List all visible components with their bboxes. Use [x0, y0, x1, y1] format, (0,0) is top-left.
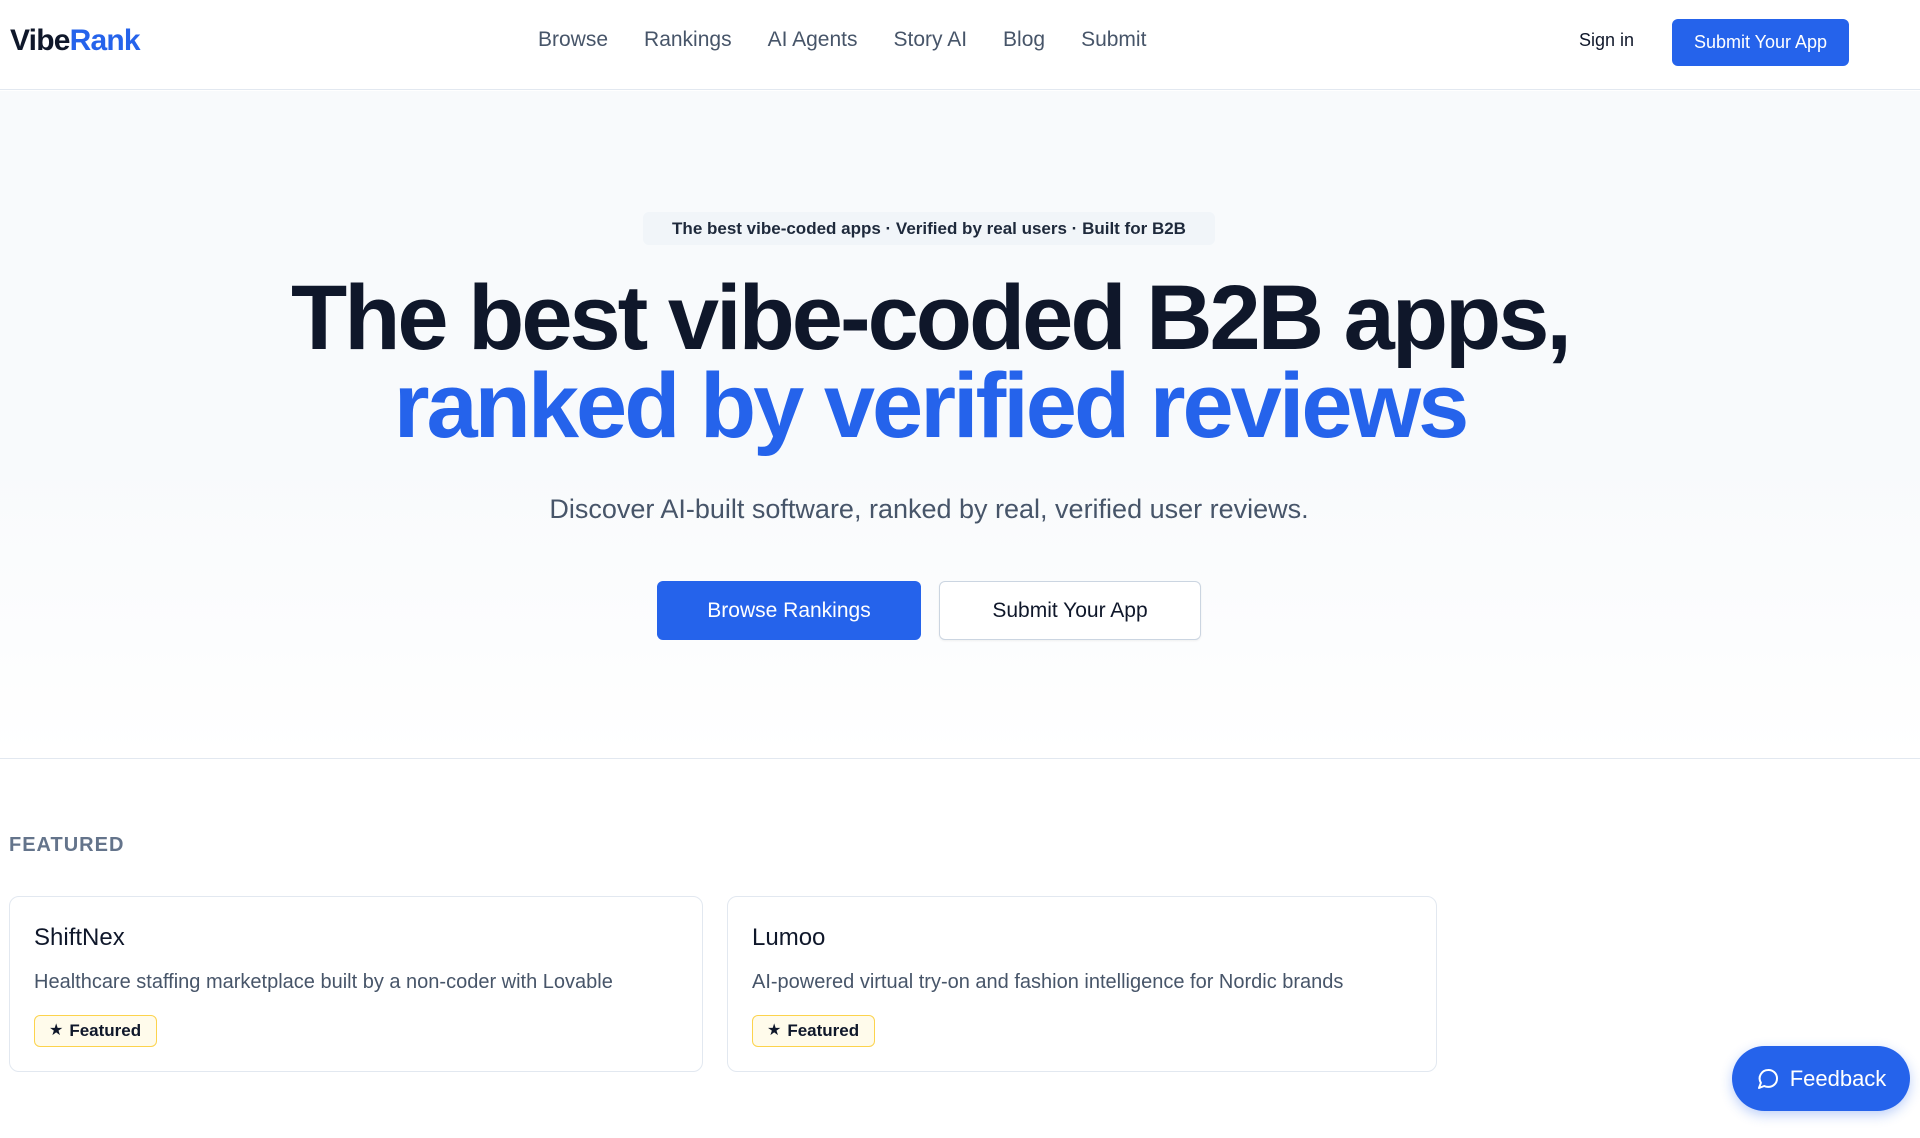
page: VibeRank Browse Rankings AI Agents Story…	[0, 0, 1920, 1138]
feedback-label: Feedback	[1789, 1065, 1887, 1091]
nav-ai-agents[interactable]: AI Agents	[768, 28, 858, 52]
headline-line-1: The best vibe-coded B2B apps,	[291, 267, 1572, 369]
hero-subhead: Discover AI-built software, ranked by re…	[549, 494, 1309, 524]
badge-label: Featured	[787, 1021, 860, 1040]
star-icon: ★	[49, 1022, 64, 1039]
nav-browse[interactable]: Browse	[538, 28, 608, 52]
featured-badge: ★ Featured	[34, 1015, 158, 1047]
featured-badge: ★ Featured	[752, 1015, 876, 1047]
nav-story-ai[interactable]: Story AI	[894, 28, 968, 52]
nav-rankings[interactable]: Rankings	[644, 28, 732, 52]
featured-card-lumoo[interactable]: Lumoo AI-powered virtual try-on and fash…	[727, 896, 1437, 1072]
star-icon: ★	[767, 1022, 782, 1039]
feedback-button[interactable]: Feedback	[1732, 1046, 1910, 1111]
site-header: VibeRank Browse Rankings AI Agents Story…	[0, 0, 1920, 90]
logo[interactable]: VibeRank	[10, 24, 141, 58]
hero-section: The best vibe-coded apps · Verified by r…	[0, 91, 1920, 759]
badge-label: Featured	[69, 1021, 142, 1040]
featured-card-shiftnex[interactable]: ShiftNex Healthcare staffing marketplace…	[9, 896, 703, 1072]
hero-submit-app-button[interactable]: Submit Your App	[939, 581, 1201, 640]
hero-eyebrow: The best vibe-coded apps · Verified by r…	[643, 212, 1215, 245]
headline-line-2: ranked by verified reviews	[393, 355, 1470, 457]
nav-blog[interactable]: Blog	[1003, 28, 1045, 52]
main-nav: Browse Rankings AI Agents Story AI Blog …	[538, 28, 1146, 52]
hero-headline: The best vibe-coded B2B apps, ranked by …	[0, 267, 1860, 457]
card-description: AI-powered virtual try-on and fashion in…	[752, 971, 1344, 993]
browse-rankings-button[interactable]: Browse Rankings	[657, 581, 921, 640]
logo-rank: Rank	[69, 24, 141, 57]
card-title: ShiftNex	[34, 924, 125, 951]
card-description: Healthcare staffing marketplace built by…	[34, 971, 613, 993]
header-submit-app-button[interactable]: Submit Your App	[1672, 19, 1849, 66]
sign-in-link[interactable]: Sign in	[1579, 30, 1634, 51]
featured-section-label: FEATURED	[9, 834, 125, 856]
logo-vibe: Vibe	[10, 24, 70, 57]
chat-bubble-icon	[1757, 1068, 1778, 1089]
nav-submit[interactable]: Submit	[1081, 28, 1146, 52]
card-title: Lumoo	[752, 924, 826, 951]
